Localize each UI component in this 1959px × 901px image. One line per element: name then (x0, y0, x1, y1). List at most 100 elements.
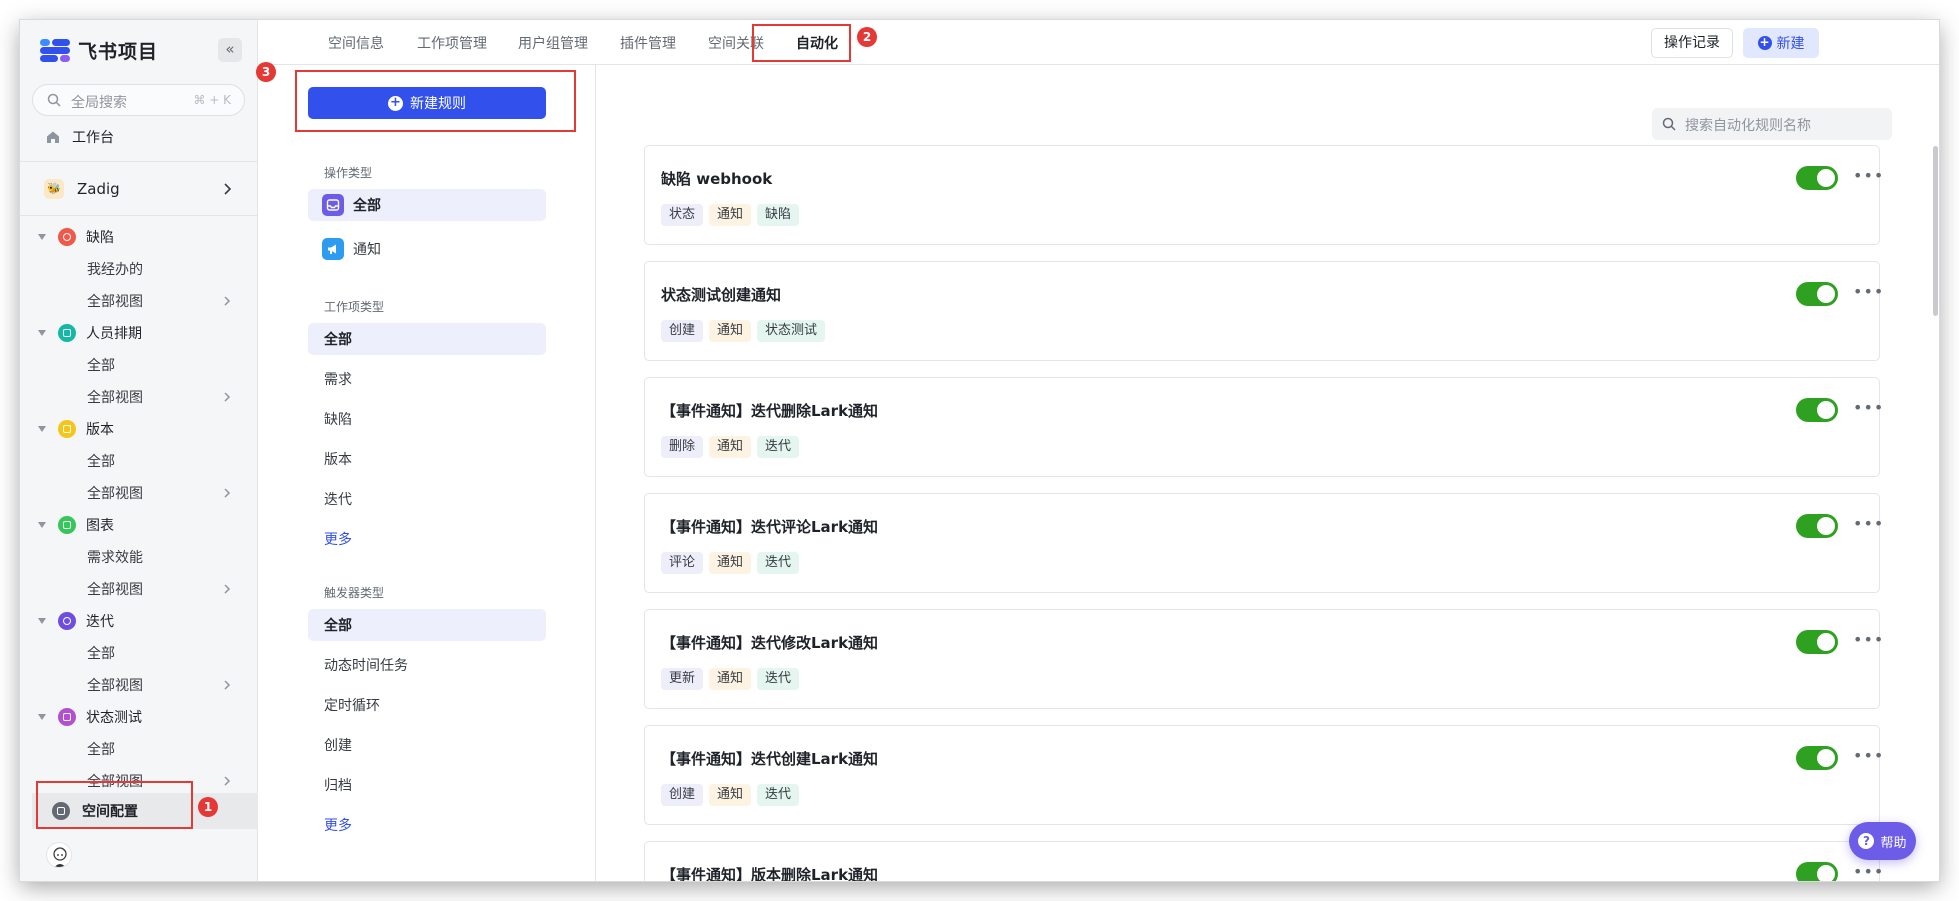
rule-tag: 迭代 (757, 784, 800, 806)
expand-caret-icon (38, 234, 46, 240)
app-logo[interactable]: 飞书项目 (40, 37, 158, 64)
rule-card[interactable]: 【事件通知】版本删除Lark通知 ••• (644, 841, 1883, 881)
tab-user-group-management[interactable]: 用户组管理 (518, 33, 588, 53)
rule-card[interactable]: 【事件通知】迭代修改Lark通知 更新 通知 迭代 ••• (644, 609, 1883, 709)
rule-enable-toggle[interactable] (1796, 862, 1838, 881)
operation-log-button[interactable]: 操作记录 (1651, 28, 1733, 58)
sidebar-item-workbench[interactable]: 工作台 (32, 122, 245, 152)
sidebar-group-status-test[interactable]: 状态测试 (32, 703, 245, 731)
sidebar-item[interactable]: 我经办的 (32, 255, 245, 283)
item-label: 需求效能 (87, 550, 143, 566)
filter-label: 全部 (353, 198, 381, 214)
more-icon[interactable]: ••• (1853, 516, 1884, 532)
filter-trigger-all[interactable]: 全部 (308, 609, 546, 641)
more-icon[interactable]: ••• (1853, 400, 1884, 416)
item-type-heading: 工作项类型 (324, 300, 385, 314)
rule-enable-toggle[interactable] (1796, 630, 1838, 654)
sidebar-item[interactable]: 全部 (32, 735, 245, 763)
expand-caret-icon (38, 618, 46, 624)
filter-item-iteration[interactable]: 迭代 (308, 483, 546, 515)
tab-plugin-management[interactable]: 插件管理 (620, 33, 676, 53)
rule-tag: 创建 (661, 320, 704, 342)
filter-item-all[interactable]: 全部 (308, 323, 546, 355)
item-label: 全部 (87, 454, 115, 470)
sidebar-group-version[interactable]: 版本 (32, 415, 245, 443)
rule-tag: 删除 (661, 436, 704, 458)
filter-item-requirement[interactable]: 需求 (308, 363, 546, 395)
more-icon[interactable]: ••• (1853, 748, 1884, 764)
rule-tag: 通知 (709, 436, 752, 458)
sidebar-divider (20, 215, 258, 216)
more-icon[interactable]: ••• (1853, 284, 1884, 300)
step-badge-3: 3 (256, 62, 276, 82)
sidebar-group-schedule[interactable]: 人员排期 (32, 319, 245, 347)
trigger-type-more-link[interactable]: 更多 (324, 815, 352, 835)
project-switcher[interactable]: 🐝 Zadig (32, 172, 245, 206)
rule-search-input[interactable]: 搜索自动化规则名称 (1652, 108, 1892, 140)
sidebar-group-defect[interactable]: 缺陷 (32, 223, 245, 251)
help-button[interactable]: ? 帮助 (1849, 822, 1916, 860)
more-icon[interactable]: ••• (1853, 864, 1884, 880)
rule-tag: 更新 (661, 668, 704, 690)
highlight-box-3 (295, 70, 576, 132)
global-search-input[interactable]: 全局搜索 ⌘ + K (32, 84, 245, 116)
chevron-right-icon (224, 680, 231, 690)
rule-card[interactable]: 【事件通知】迭代创建Lark通知 创建 通知 迭代 ••• (644, 725, 1883, 825)
user-avatar[interactable] (46, 842, 72, 868)
rule-tags: 更新 通知 迭代 (661, 668, 805, 690)
rule-tag: 通知 (709, 204, 752, 226)
rule-enable-toggle[interactable] (1796, 282, 1838, 306)
item-label: 全部视图 (87, 486, 143, 502)
version-icon (58, 420, 76, 438)
defect-icon (58, 228, 76, 246)
rule-card[interactable]: 缺陷 webhook 状态 通知 缺陷 ••• (644, 145, 1883, 245)
scrollbar[interactable] (1933, 146, 1938, 316)
search-icon (47, 93, 61, 107)
sidebar-divider (20, 161, 258, 162)
sidebar-item[interactable]: 全部 (32, 639, 245, 667)
new-button-label: 新建 (1776, 36, 1805, 52)
filter-item-version[interactable]: 版本 (308, 443, 546, 475)
rule-card[interactable]: 状态测试创建通知 创建 通知 状态测试 ••• (644, 261, 1883, 361)
rule-title: 状态测试创建通知 (661, 286, 782, 304)
megaphone-icon (322, 238, 344, 260)
top-tab-bar: 空间信息 工作项管理 用户组管理 插件管理 空间关联 自动化 操作记录 + 新建 (258, 20, 1939, 65)
rule-enable-toggle[interactable] (1796, 514, 1838, 538)
tab-work-item-management[interactable]: 工作项管理 (417, 33, 487, 53)
sidebar-item[interactable]: 全部视图 (32, 479, 245, 507)
sidebar-item[interactable]: 全部视图 (32, 575, 245, 603)
sidebar-item[interactable]: 需求效能 (32, 543, 245, 571)
filter-trigger-scheduled[interactable]: 定时循环 (308, 689, 546, 721)
more-icon[interactable]: ••• (1853, 632, 1884, 648)
rule-enable-toggle[interactable] (1796, 398, 1838, 422)
filter-item-defect[interactable]: 缺陷 (308, 403, 546, 435)
item-type-more-link[interactable]: 更多 (324, 529, 352, 549)
collapse-sidebar-icon[interactable]: « (218, 38, 242, 62)
sidebar-item[interactable]: 全部视图 (32, 383, 245, 411)
filter-op-notify[interactable]: 通知 (308, 233, 546, 265)
sidebar-item[interactable]: 全部视图 (32, 287, 245, 315)
search-shortcut: ⌘ + K (193, 93, 231, 107)
help-icon: ? (1858, 833, 1875, 849)
rule-enable-toggle[interactable] (1796, 746, 1838, 770)
filter-label: 定时循环 (324, 698, 380, 714)
filter-label: 缺陷 (324, 412, 352, 428)
rule-card[interactable]: 【事件通知】迭代评论Lark通知 评论 通知 迭代 ••• (644, 493, 1883, 593)
sidebar-item[interactable]: 全部视图 (32, 671, 245, 699)
sidebar-item[interactable]: 全部 (32, 351, 245, 379)
filter-op-all[interactable]: 全部 (308, 189, 546, 221)
filter-label: 动态时间任务 (324, 658, 408, 674)
rule-enable-toggle[interactable] (1796, 166, 1838, 190)
tab-space-info[interactable]: 空间信息 (328, 33, 384, 53)
rule-card[interactable]: 【事件通知】迭代删除Lark通知 删除 通知 迭代 ••• (644, 377, 1883, 477)
more-icon[interactable]: ••• (1853, 168, 1884, 184)
rule-tags: 评论 通知 迭代 (661, 552, 805, 574)
sidebar-group-iteration[interactable]: 迭代 (32, 607, 245, 635)
filter-trigger-dynamic-time[interactable]: 动态时间任务 (308, 649, 546, 681)
sidebar-group-charts[interactable]: 图表 (32, 511, 245, 539)
sidebar-item[interactable]: 全部 (32, 447, 245, 475)
filter-label: 通知 (353, 242, 381, 258)
new-button[interactable]: + 新建 (1743, 28, 1819, 58)
filter-trigger-archive[interactable]: 归档 (308, 769, 546, 801)
filter-trigger-create[interactable]: 创建 (308, 729, 546, 761)
